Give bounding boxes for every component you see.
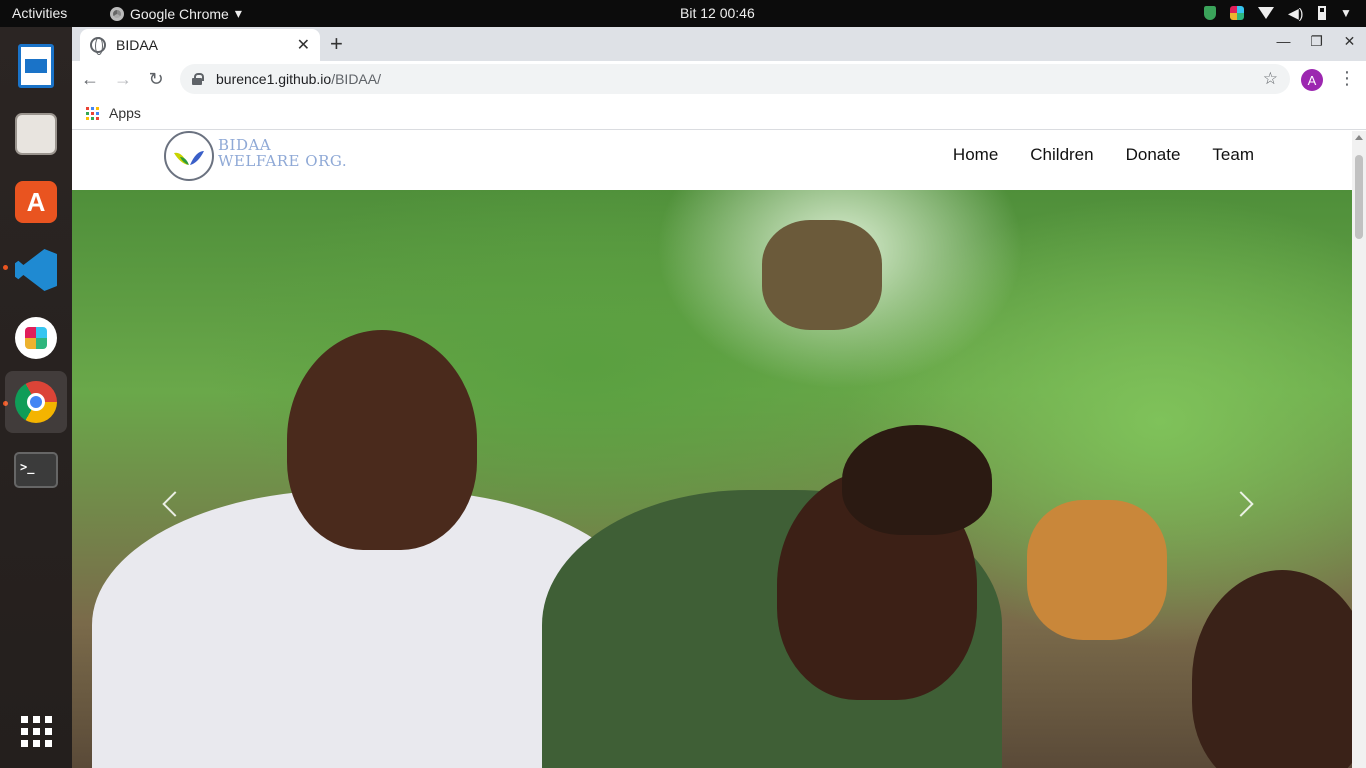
dock-chrome[interactable] — [5, 371, 67, 433]
software-icon: A — [15, 181, 57, 223]
window-controls: — ❐ ✕ — [1267, 33, 1366, 50]
restore-icon[interactable]: ❐ — [1300, 33, 1333, 50]
activities-button[interactable]: Activities — [12, 5, 67, 21]
logo-line-2: WELFARE ORG. — [218, 152, 348, 170]
scrollbar-thumb[interactable] — [1355, 155, 1363, 239]
terminal-icon: >_ — [14, 452, 58, 488]
browser-window: BIDAA ✕ + — ❐ ✕ ← → ↻ burence1.github.io… — [72, 27, 1366, 768]
browser-toolbar: ← → ↻ burence1.github.io/BIDAA/ ☆ A ⋮ — [72, 61, 1366, 97]
apps-grid-icon — [86, 106, 99, 120]
slack-icon — [15, 317, 57, 359]
reload-button[interactable]: ↻ — [141, 64, 171, 94]
close-tab-icon[interactable]: ✕ — [297, 35, 310, 55]
url-host: burence1.github.io — [216, 71, 332, 87]
app-menu[interactable]: Google Chrome ▾ — [110, 5, 242, 22]
volume-icon[interactable]: ◀) — [1288, 5, 1304, 21]
shield-icon[interactable] — [1204, 6, 1216, 20]
bookmarks-bar: Apps — [72, 97, 1366, 130]
photo-figure — [287, 330, 477, 550]
writer-icon — [18, 44, 54, 88]
chrome-mini-icon — [110, 6, 124, 21]
show-apps-icon — [20, 715, 52, 747]
globe-icon — [90, 37, 106, 55]
dock-files[interactable] — [5, 103, 67, 165]
site-navbar: BIDAA WELFARE ORG. Home Children Donate … — [72, 131, 1352, 190]
site-menu: Home Children Donate Team — [953, 145, 1254, 165]
logo-text: BIDAA WELFARE ORG. — [218, 137, 347, 169]
hero-carousel-image — [72, 190, 1352, 768]
new-tab-button[interactable]: + — [330, 31, 343, 57]
address-bar[interactable]: burence1.github.io/BIDAA/ ☆ — [180, 64, 1290, 94]
chevron-down-icon[interactable]: ▼ — [1340, 5, 1356, 21]
photo-figure — [762, 220, 882, 330]
app-menu-label: Google Chrome — [130, 5, 229, 22]
vscode-icon — [15, 249, 57, 291]
nav-children[interactable]: Children — [1030, 145, 1093, 165]
logo-line-1: BIDAA — [218, 136, 272, 154]
arrow-left-icon: ← — [81, 68, 99, 89]
dock-slack[interactable] — [5, 307, 67, 369]
dock-terminal[interactable]: >_ — [5, 439, 67, 501]
photo-figure — [1192, 570, 1352, 768]
url-path: /BIDAA/ — [331, 71, 381, 87]
page-scrollbar[interactable] — [1352, 131, 1366, 768]
forward-button[interactable]: → — [108, 64, 138, 94]
bookmark-apps[interactable]: Apps — [109, 105, 141, 121]
close-window-icon[interactable]: ✕ — [1333, 33, 1366, 50]
lock-icon[interactable] — [192, 73, 204, 85]
dock-software[interactable]: A — [5, 171, 67, 233]
tab-strip: BIDAA ✕ + — ❐ ✕ — [72, 27, 1366, 61]
carousel-next-icon[interactable] — [1228, 491, 1254, 517]
dock-vscode[interactable] — [5, 239, 67, 301]
wifi-icon[interactable] — [1258, 7, 1274, 19]
photo-figure — [1027, 500, 1167, 640]
system-top-bar: Activities Google Chrome ▾ Bit 12 00:46 … — [0, 0, 1366, 27]
site-logo[interactable]: BIDAA WELFARE ORG. — [164, 131, 354, 181]
nav-home[interactable]: Home — [953, 145, 998, 165]
tab-bidaa[interactable]: BIDAA ✕ — [80, 29, 320, 61]
chrome-icon — [15, 381, 57, 423]
dock: A >_ — [0, 27, 72, 768]
chevron-down-icon: ▾ — [234, 5, 242, 21]
arrow-right-icon: → — [114, 68, 132, 89]
nav-team[interactable]: Team — [1212, 145, 1254, 165]
minimize-icon[interactable]: — — [1267, 33, 1300, 50]
nav-donate[interactable]: Donate — [1126, 145, 1181, 165]
kebab-menu-icon[interactable]: ⋮ — [1338, 69, 1356, 87]
dock-show-apps[interactable] — [5, 700, 67, 762]
carousel-prev-icon[interactable] — [162, 491, 188, 517]
profile-avatar[interactable]: A — [1301, 69, 1323, 91]
back-button[interactable]: ← — [75, 64, 105, 94]
bookmark-star-icon[interactable]: ☆ — [1263, 69, 1278, 89]
photo-figure — [842, 425, 992, 535]
battery-icon[interactable] — [1318, 6, 1326, 20]
page-viewport: BIDAA WELFARE ORG. Home Children Donate … — [72, 131, 1352, 768]
slack-tray-icon[interactable] — [1230, 6, 1244, 20]
system-tray[interactable]: ◀) ▼ — [1204, 4, 1356, 22]
clock[interactable]: Bit 12 00:46 — [680, 5, 755, 21]
files-icon — [15, 113, 57, 155]
tab-title: BIDAA — [116, 37, 159, 53]
scroll-up-icon[interactable] — [1355, 135, 1363, 140]
dock-writer[interactable] — [5, 35, 67, 97]
logo-emblem — [164, 131, 214, 181]
reload-icon: ↻ — [148, 68, 164, 89]
